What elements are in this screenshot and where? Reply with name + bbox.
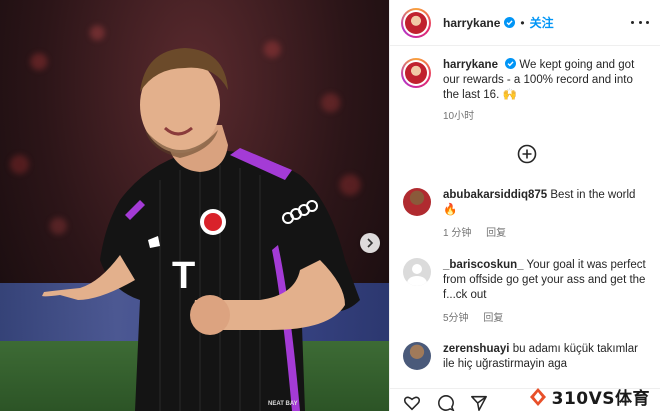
comment-emoji: 🔥 xyxy=(443,204,458,216)
site-watermark: 310VS体育 xyxy=(529,384,650,409)
comment-item: abubakarsiddiq875 Best in the world 🔥 1 … xyxy=(401,188,651,241)
more-options-icon[interactable] xyxy=(631,15,649,29)
carousel-next-icon xyxy=(367,238,374,248)
post-caption: harrykane We kept going and got our rewa… xyxy=(401,58,651,124)
comment-username[interactable]: zerenshuayi xyxy=(443,343,509,355)
commenter-avatar[interactable] xyxy=(403,188,431,216)
watermark-text: 310VS体育 xyxy=(551,389,650,409)
share-icon[interactable] xyxy=(470,394,488,411)
comment-reply-button[interactable]: 回复 xyxy=(483,313,503,324)
jersey-kit-tag: NEAT BAY xyxy=(268,401,298,407)
verified-badge-icon xyxy=(505,58,517,69)
post-timestamp[interactable]: 10小时 xyxy=(443,109,643,124)
follow-button[interactable]: 关注 xyxy=(530,14,554,31)
comment-reply-button[interactable]: 回复 xyxy=(486,228,506,239)
post-header: harrykane • 关注 xyxy=(390,0,660,46)
author-avatar[interactable] xyxy=(401,7,431,38)
plus-circle-icon[interactable] xyxy=(517,144,537,164)
commenter-avatar[interactable] xyxy=(403,342,431,370)
comment-icon[interactable] xyxy=(437,394,455,411)
heart-icon[interactable] xyxy=(403,394,421,411)
comment-username[interactable]: abubakarsiddiq875 xyxy=(443,189,547,201)
header-separator: • xyxy=(520,15,525,30)
comment-item: zerenshuayi bu adamı küçük takımlar ile … xyxy=(401,342,651,372)
comment-username[interactable]: _bariscoskun_ xyxy=(443,259,524,271)
caption-username[interactable]: harrykane xyxy=(443,59,498,71)
author-username[interactable]: harrykane xyxy=(443,16,500,30)
caption-emoji: 🙌 xyxy=(502,89,517,101)
comment-time[interactable]: 5分钟 xyxy=(443,313,469,324)
comment-text: Best in the world xyxy=(550,189,636,201)
commenter-avatar-placeholder[interactable] xyxy=(403,258,431,286)
carousel-next-button[interactable] xyxy=(360,233,380,253)
verified-badge-icon xyxy=(504,17,516,28)
player-figure xyxy=(42,48,360,411)
post-photo[interactable]: T NEAT BAY xyxy=(0,0,389,411)
comment-item: _bariscoskun_ Your goal it was perfect f… xyxy=(401,258,651,326)
post-details-panel: harrykane • 关注 harrykane We kept going a… xyxy=(389,0,660,411)
watermark-logo-icon xyxy=(529,387,546,406)
caption-author-avatar[interactable] xyxy=(401,58,431,88)
jersey-sponsor-logo: T xyxy=(172,255,196,297)
comment-time[interactable]: 1 分钟 xyxy=(443,228,471,239)
